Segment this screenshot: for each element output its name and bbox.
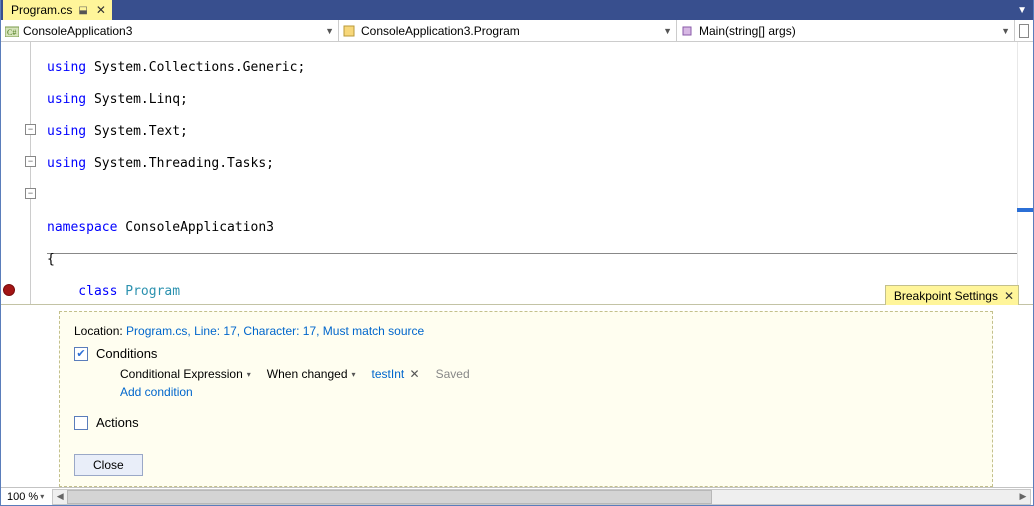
- split-icon: [1019, 24, 1029, 38]
- condition-variable[interactable]: testInt ✕: [372, 367, 420, 381]
- nav-split-toggle[interactable]: [1015, 20, 1033, 41]
- breakpoint-marker[interactable]: [3, 284, 15, 296]
- nav-project-dropdown[interactable]: C# ConsoleApplication3 ▼: [1, 20, 339, 41]
- close-icon[interactable]: ✕: [1004, 289, 1014, 303]
- scroll-right-icon[interactable]: ▶: [1016, 491, 1030, 502]
- nav-member-dropdown[interactable]: Main(string[] args) ▼: [677, 20, 1015, 41]
- nav-class-text: ConsoleApplication3.Program: [361, 24, 659, 38]
- nav-member-text: Main(string[] args): [699, 24, 997, 38]
- fold-toggle[interactable]: −: [25, 124, 36, 135]
- fold-toggle[interactable]: −: [25, 156, 36, 167]
- clear-icon[interactable]: ✕: [406, 367, 419, 381]
- scroll-track[interactable]: [67, 490, 1016, 504]
- add-condition-link[interactable]: Add condition: [120, 385, 193, 399]
- code-editor[interactable]: − − − using System.Collections.Generic; …: [1, 42, 1033, 304]
- outline-gutter[interactable]: − − −: [19, 42, 47, 304]
- tab-title: Program.cs: [11, 3, 72, 17]
- saved-label: Saved: [436, 367, 470, 381]
- bp-location-link[interactable]: Program.cs, Line: 17, Character: 17, Mus…: [126, 324, 424, 338]
- chevron-down-icon: ▼: [663, 26, 672, 36]
- class-icon: [343, 25, 357, 37]
- chevron-down-icon: ▾: [247, 370, 251, 379]
- bp-location-label: Location:: [74, 324, 126, 338]
- chevron-down-icon: ▼: [1001, 26, 1010, 36]
- tab-overflow-icon[interactable]: ▼: [1011, 5, 1033, 16]
- checkbox-unchecked-icon[interactable]: [74, 416, 88, 430]
- condition-mode-dropdown[interactable]: When changed ▾: [267, 367, 356, 381]
- chevron-down-icon: ▾: [40, 492, 44, 501]
- checkbox-checked-icon[interactable]: ✔: [74, 347, 88, 361]
- chevron-down-icon: ▼: [325, 26, 334, 36]
- editor-status-bar: 100 % ▾ ◀ ▶: [1, 487, 1033, 505]
- actions-label: Actions: [96, 415, 139, 430]
- scroll-thumb[interactable]: [67, 490, 712, 504]
- editor-right-margin: [1017, 42, 1033, 304]
- document-tab-bar: Program.cs ⬓ ✕ ▼: [1, 0, 1033, 20]
- condition-entry-row: Conditional Expression ▾ When changed ▾ …: [120, 367, 978, 381]
- zoom-dropdown[interactable]: 100 % ▾: [1, 491, 50, 503]
- change-marker: [1017, 208, 1033, 212]
- code-text[interactable]: using System.Collections.Generic; using …: [47, 42, 1017, 304]
- conditions-checkbox-row[interactable]: ✔ Conditions: [74, 346, 978, 361]
- horizontal-scrollbar[interactable]: ◀ ▶: [52, 489, 1031, 505]
- actions-checkbox-row[interactable]: Actions: [74, 415, 978, 430]
- document-tab-program[interactable]: Program.cs ⬓ ✕: [3, 0, 112, 20]
- close-button[interactable]: Close: [74, 454, 143, 476]
- csharp-project-icon: C#: [5, 25, 19, 37]
- chevron-down-icon: ▾: [352, 370, 356, 379]
- code-nav-bar: C# ConsoleApplication3 ▼ ConsoleApplicat…: [1, 20, 1033, 42]
- nav-class-dropdown[interactable]: ConsoleApplication3.Program ▼: [339, 20, 677, 41]
- pin-icon[interactable]: ⬓: [78, 5, 87, 16]
- svg-text:C#: C#: [7, 28, 16, 37]
- condition-type-dropdown[interactable]: Conditional Expression ▾: [120, 367, 251, 381]
- method-icon: [681, 25, 695, 37]
- breakpoint-settings-tab[interactable]: Breakpoint Settings ✕: [885, 285, 1019, 305]
- conditions-label: Conditions: [96, 346, 157, 361]
- fold-toggle[interactable]: −: [25, 188, 36, 199]
- scroll-left-icon[interactable]: ◀: [53, 491, 67, 502]
- nav-project-text: ConsoleApplication3: [23, 24, 321, 38]
- bp-tab-title: Breakpoint Settings: [894, 289, 998, 303]
- breakpoint-gutter[interactable]: [1, 42, 19, 304]
- bp-location-row: Location: Program.cs, Line: 17, Characte…: [74, 324, 978, 338]
- close-icon[interactable]: ✕: [96, 3, 106, 17]
- breakpoint-settings-panel: Breakpoint Settings ✕ Location: Program.…: [1, 304, 1033, 487]
